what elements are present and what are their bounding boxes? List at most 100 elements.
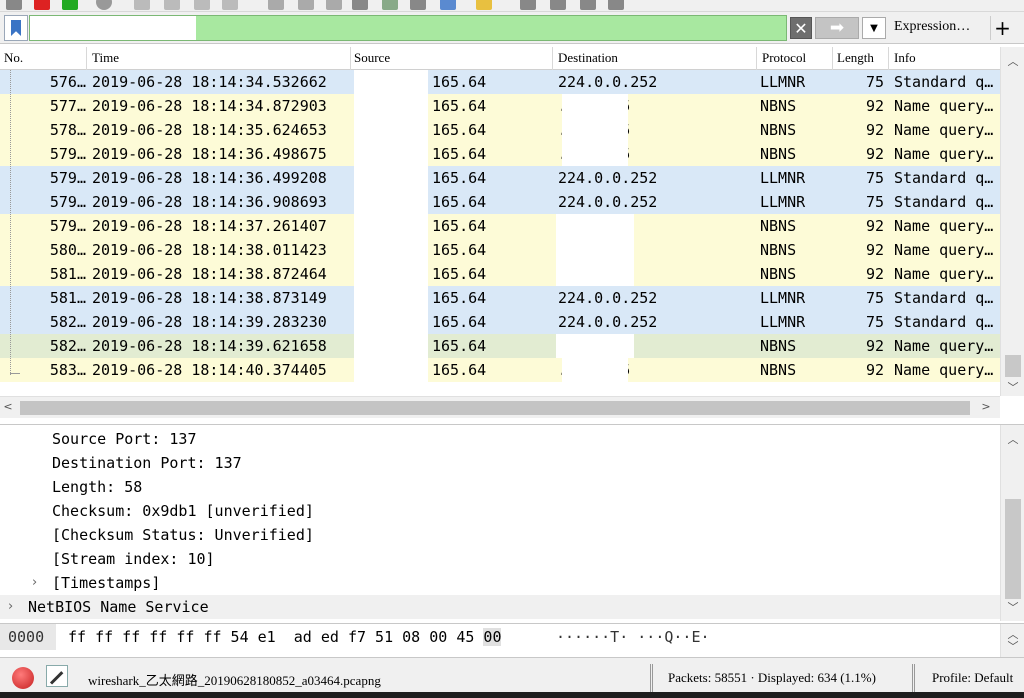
packet-protocol: LLMNR — [760, 73, 806, 91]
column-header-length[interactable]: Length — [837, 50, 874, 66]
detail-line[interactable]: › NetBIOS Name Service — [0, 595, 1000, 619]
profile-status[interactable]: Profile: Default — [932, 670, 1013, 686]
packet-count-status: Packets: 58551 · Displayed: 634 (1.1%) — [668, 670, 876, 685]
column-header-destination[interactable]: Destination — [558, 50, 618, 66]
redacted-area — [556, 214, 634, 238]
detail-line[interactable]: [Stream index: 10] — [0, 547, 1000, 571]
packet-details-pane[interactable]: Source Port: 137 Destination Port: 137 Len… — [0, 424, 1024, 621]
scrollbar-thumb[interactable] — [1005, 355, 1021, 377]
scroll-up-icon[interactable]: ︿ — [1001, 431, 1024, 447]
go-to-packet-icon[interactable] — [352, 0, 368, 10]
column-header-no[interactable]: No. — [4, 50, 23, 66]
scroll-down-icon[interactable]: ﹀ — [1001, 599, 1024, 615]
detail-line[interactable]: Destination Port: 137 — [0, 451, 1000, 475]
toolbar-button[interactable] — [6, 0, 22, 10]
open-file-icon[interactable] — [134, 0, 150, 10]
first-packet-icon[interactable] — [382, 0, 398, 10]
packet-length: 75 — [865, 313, 884, 331]
scroll-up-icon[interactable]: ︿ — [1001, 53, 1024, 69]
packet-time: 2019-06-28 18:14:35.624653 — [92, 121, 327, 139]
column-header-time[interactable]: Time — [92, 50, 119, 66]
expand-chevron-icon[interactable]: › — [8, 595, 13, 619]
restart-capture-icon[interactable] — [62, 0, 78, 10]
resize-columns-icon[interactable] — [608, 0, 624, 10]
packet-bytes-pane[interactable]: 0000 ff ff ff ff ff ff 54 e1 ad ed f7 51… — [0, 623, 1024, 657]
packet-source: 165.64 — [432, 169, 487, 187]
redacted-area — [354, 310, 428, 334]
filter-bookmark-button[interactable] — [4, 15, 28, 41]
zoom-in-icon[interactable] — [520, 0, 536, 10]
packet-row[interactable]: 582…2019-06-28 18:14:39.621658165.64165.… — [0, 334, 1000, 358]
packet-row[interactable]: 576… 2019-06-28 18:14:34.532662 165.64 224.… — [0, 70, 1000, 94]
packet-row[interactable]: 579… 2019-06-28 18:14:36.499208 165.64 224.… — [0, 166, 1000, 190]
add-filter-button[interactable]: + — [990, 16, 1014, 40]
details-vertical-scrollbar[interactable]: ︿ ﹀ — [1000, 425, 1024, 621]
detail-line[interactable]: [Checksum Status: Unverified] — [0, 523, 1000, 547]
packet-list-vertical-scrollbar[interactable]: ︿ ﹀ — [1000, 47, 1024, 396]
zoom-out-icon[interactable] — [550, 0, 566, 10]
reload-icon[interactable] — [222, 0, 238, 10]
scroll-left-icon[interactable]: < — [0, 400, 16, 413]
bytes-vertical-scrollbar[interactable]: ︿ ﹀ — [1000, 624, 1024, 657]
options-icon[interactable] — [96, 0, 112, 10]
go-forward-icon[interactable] — [326, 0, 342, 10]
packet-row[interactable]: 582… 2019-06-28 18:14:39.283230 165.64 224.… — [0, 310, 1000, 334]
packet-protocol: NBNS — [760, 241, 797, 259]
ascii-dump[interactable]: ······T· ···Q··E· — [556, 624, 710, 650]
scroll-down-icon[interactable]: ﹀ — [1001, 379, 1024, 395]
detail-text: NetBIOS Name Service — [28, 598, 209, 616]
detail-line[interactable]: Source Port: 137 — [0, 427, 1000, 451]
save-file-icon[interactable] — [164, 0, 180, 10]
close-file-icon[interactable] — [194, 0, 210, 10]
expert-info-icon[interactable] — [12, 667, 34, 689]
filter-text — [30, 16, 196, 40]
packet-row[interactable]: 581…2019-06-28 18:14:38.872464165.64165.… — [0, 262, 1000, 286]
packet-info: Name query… — [894, 265, 994, 283]
column-header-protocol[interactable]: Protocol — [762, 50, 806, 66]
normal-size-icon[interactable] — [580, 0, 596, 10]
apply-filter-button[interactable]: ➡ — [815, 17, 859, 39]
packet-list[interactable]: No. Time Source Destination Protocol Len… — [0, 47, 1024, 418]
stop-capture-icon[interactable] — [34, 0, 50, 10]
redacted-area — [556, 262, 634, 286]
packet-info: Name query… — [894, 361, 994, 379]
packet-no: 579… — [49, 217, 86, 235]
hex-dump[interactable]: ff ff ff ff ff ff 54 e1 ad ed f7 51 08 0… — [68, 624, 502, 650]
packet-row[interactable]: 583…2019-06-28 18:14:40.374405165.64.165… — [0, 358, 1000, 382]
capture-comment-icon[interactable] — [46, 665, 68, 687]
detail-line[interactable]: Checksum: 0x9db1 [unverified] — [0, 499, 1000, 523]
expand-chevron-icon[interactable]: › — [32, 571, 37, 595]
packet-row[interactable]: 579…2019-06-28 18:14:36.498675165.64.165… — [0, 142, 1000, 166]
autoscroll-icon[interactable] — [440, 0, 456, 10]
packet-row[interactable]: 577…2019-06-28 18:14:34.872903165.64.165… — [0, 94, 1000, 118]
packet-time: 2019-06-28 18:14:36.908693 — [92, 193, 327, 211]
recent-filters-dropdown[interactable]: ▼ — [862, 17, 886, 39]
column-header-source[interactable]: Source — [354, 50, 390, 66]
expression-button[interactable]: Expression… — [894, 19, 970, 35]
clear-filter-button[interactable]: ✕ — [790, 17, 812, 39]
packet-row[interactable]: 579…2019-06-28 18:14:37.261407165.64165.… — [0, 214, 1000, 238]
redacted-area — [556, 238, 634, 262]
display-filter-input[interactable] — [29, 15, 787, 41]
detail-line[interactable]: Length: 58 — [0, 475, 1000, 499]
find-icon[interactable] — [268, 0, 284, 10]
scrollbar-thumb[interactable] — [20, 401, 970, 415]
packet-list-horizontal-scrollbar[interactable]: < > — [0, 396, 1000, 418]
packet-destination: 224.0.0.252 — [558, 193, 658, 211]
go-back-icon[interactable] — [298, 0, 314, 10]
scroll-right-icon[interactable]: > — [978, 400, 994, 413]
column-header-info[interactable]: Info — [894, 50, 916, 66]
packet-row[interactable]: 579… 2019-06-28 18:14:36.908693 165.64 224.… — [0, 190, 1000, 214]
detail-line[interactable]: › [Timestamps] — [0, 571, 1000, 595]
scroll-down-icon[interactable]: ﹀ — [1001, 638, 1024, 654]
last-packet-icon[interactable] — [410, 0, 426, 10]
redacted-area — [354, 118, 428, 142]
colorize-icon[interactable] — [476, 0, 492, 10]
packet-row[interactable]: 578…2019-06-28 18:14:35.624653165.64.165… — [0, 118, 1000, 142]
scrollbar-thumb[interactable] — [1005, 499, 1021, 599]
packet-source: 165.64 — [432, 337, 487, 355]
packet-row[interactable]: 580…2019-06-28 18:14:38.011423165.64165.… — [0, 238, 1000, 262]
packet-row[interactable]: 581… 2019-06-28 18:14:38.873149 165.64 224.… — [0, 286, 1000, 310]
packet-no: 579… — [49, 193, 86, 211]
packet-protocol: NBNS — [760, 121, 797, 139]
